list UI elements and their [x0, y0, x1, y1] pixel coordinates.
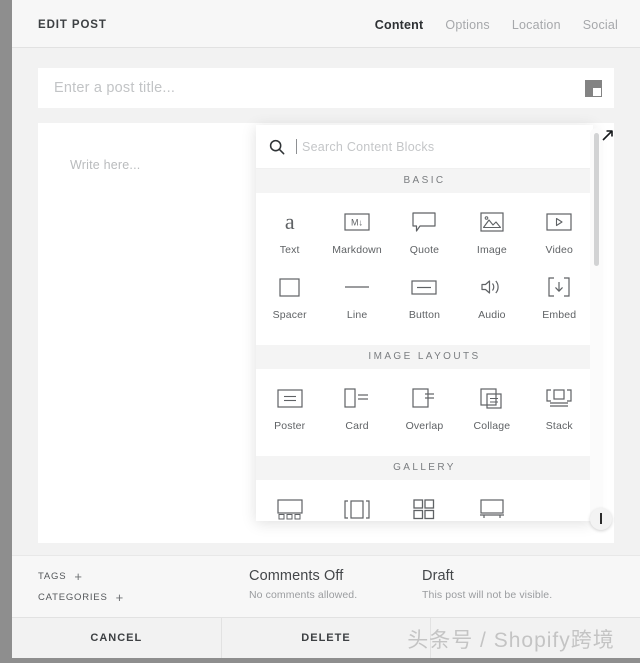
markdown-icon: M↓ — [344, 207, 370, 237]
picture-icon — [480, 207, 504, 237]
button-box-icon — [411, 272, 438, 302]
search-caret — [296, 139, 297, 154]
block-label: Collage — [473, 420, 511, 432]
block-slideshow[interactable]: Slideshow — [256, 494, 323, 521]
card-icon — [344, 383, 370, 413]
block-video[interactable]: Video — [526, 207, 593, 256]
block-label: Embed — [542, 309, 577, 321]
block-search-row[interactable]: Search Content Blocks — [256, 125, 593, 169]
block-poster[interactable]: Poster — [256, 383, 323, 432]
add-category-button[interactable]: + — [116, 591, 124, 604]
block-carousel[interactable]: Carousel — [323, 494, 390, 521]
block-collage[interactable]: Collage — [458, 383, 525, 432]
tab-content[interactable]: Content — [375, 18, 424, 32]
section-header-basic: BASIC — [256, 169, 593, 193]
block-label: Poster — [274, 420, 306, 432]
block-label: Image — [476, 244, 507, 256]
block-button[interactable]: Button — [391, 272, 458, 321]
edit-post-window: EDIT POST Content Options Location Socia… — [12, 0, 640, 658]
window-header: EDIT POST Content Options Location Socia… — [12, 0, 640, 48]
tab-bar: Content Options Location Social — [375, 18, 618, 32]
block-quote[interactable]: Quote — [391, 207, 458, 256]
comments-title: Comments Off — [249, 568, 344, 584]
grid-icon — [413, 494, 435, 521]
status-title: Draft — [422, 568, 454, 584]
section-header-image-layouts: IMAGE LAYOUTS — [256, 345, 593, 369]
tab-social[interactable]: Social — [583, 18, 618, 32]
section-grid-image-layouts: Poster Card Overlap Collage Stack — [256, 369, 593, 456]
status-setting[interactable]: Draft This post will not be visible. — [422, 568, 552, 601]
block-label: Line — [346, 309, 368, 321]
comments-subtitle: No comments allowed. — [249, 589, 358, 601]
block-gallery-stack[interactable]: Stack — [458, 494, 525, 521]
section-header-gallery: GALLERY — [256, 456, 593, 480]
block-overlap[interactable]: Overlap — [391, 383, 458, 432]
block-label: Audio — [478, 309, 506, 321]
speaker-icon — [479, 272, 505, 302]
svg-text:M↓: M↓ — [351, 218, 363, 228]
play-box-icon — [546, 207, 572, 237]
block-markdown[interactable]: M↓ Markdown — [323, 207, 390, 256]
add-tag-button[interactable]: + — [74, 570, 82, 583]
section-grid-basic: a Text M↓ Markdown Quote Image Video Spa… — [256, 193, 593, 345]
block-stack-layout[interactable]: Stack — [526, 383, 593, 432]
block-text[interactable]: a Text — [256, 207, 323, 257]
tags-label: TAGS — [38, 571, 67, 582]
block-label: Markdown — [332, 244, 382, 256]
tab-location[interactable]: Location — [512, 18, 561, 32]
footer-actions: CANCEL DELETE — [12, 617, 640, 658]
post-title-placeholder: Enter a post title... — [54, 80, 176, 96]
categories-row[interactable]: CATEGORIES + — [38, 591, 123, 604]
post-title-field[interactable]: Enter a post title... — [38, 68, 614, 108]
block-card[interactable]: Card — [323, 383, 390, 432]
categories-label: CATEGORIES — [38, 592, 108, 603]
block-label: Video — [545, 244, 573, 256]
block-embed[interactable]: Embed — [526, 272, 593, 321]
screen-root: EDIT POST Content Options Location Socia… — [0, 0, 640, 663]
block-spacer[interactable]: Spacer — [256, 272, 323, 321]
stack-layout-icon — [546, 383, 572, 413]
block-label: Spacer — [272, 309, 307, 321]
post-body-placeholder: Write here... — [70, 158, 141, 172]
overlap-icon — [412, 383, 436, 413]
poster-icon — [277, 383, 303, 413]
page-title: EDIT POST — [38, 19, 107, 31]
slideshow-icon — [277, 494, 303, 521]
meta-taxonomy: TAGS + CATEGORIES + — [38, 570, 123, 612]
block-label: Button — [408, 309, 441, 321]
search-input[interactable]: Search Content Blocks — [302, 140, 434, 154]
horizontal-line-icon — [344, 272, 370, 302]
post-meta-row: TAGS + CATEGORIES + Comments Off No comm… — [12, 555, 640, 617]
block-line[interactable]: Line — [323, 272, 390, 321]
block-grid[interactable]: Grid — [391, 494, 458, 521]
block-audio[interactable]: Audio — [458, 272, 525, 321]
block-label: Card — [345, 420, 369, 432]
gallery-stack-icon — [479, 494, 505, 521]
bracket-download-icon — [547, 272, 571, 302]
text-cursor — [590, 508, 612, 530]
square-outline-icon — [279, 272, 300, 302]
block-label: Quote — [409, 244, 440, 256]
collage-icon — [480, 383, 504, 413]
carousel-icon — [344, 494, 370, 521]
letter-a-icon: a — [284, 209, 295, 234]
status-subtitle: This post will not be visible. — [422, 589, 553, 601]
block-label: Overlap — [405, 420, 444, 432]
cancel-button[interactable]: CANCEL — [12, 618, 222, 658]
popup-scrollbar-thumb[interactable] — [594, 133, 599, 266]
block-image[interactable]: Image — [458, 207, 525, 256]
save-button[interactable] — [431, 618, 640, 658]
block-label: Text — [279, 244, 300, 256]
speech-bubble-icon — [412, 207, 437, 237]
expand-arrow-icon[interactable] — [601, 128, 615, 142]
ime-indicator-icon[interactable] — [585, 79, 602, 97]
section-grid-gallery: Slideshow Carousel — [256, 480, 593, 521]
block-label: Stack — [545, 420, 573, 432]
comments-setting[interactable]: Comments Off No comments allowed. — [249, 568, 357, 601]
tab-options[interactable]: Options — [445, 18, 489, 32]
tags-row[interactable]: TAGS + — [38, 570, 123, 583]
content-blocks-popup: Search Content Blocks BASIC a Text M↓ Ma… — [256, 125, 593, 521]
search-icon — [269, 139, 285, 154]
delete-button[interactable]: DELETE — [222, 618, 432, 658]
